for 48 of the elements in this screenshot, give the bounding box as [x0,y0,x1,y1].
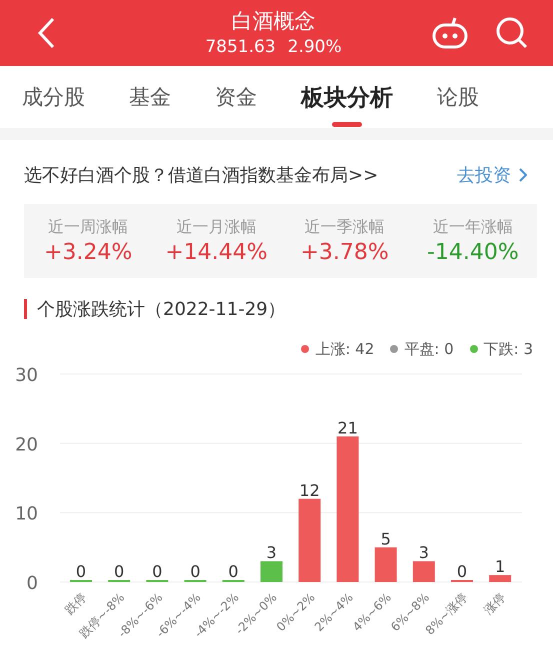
tab[interactable]: 成分股 [22,66,85,128]
accent-bar [24,299,27,319]
data-label: 0 [228,562,238,581]
stat-value: -14.40% [426,240,519,265]
bar [489,575,512,582]
legend-label: 上涨: 42 [315,340,374,358]
category-label: 跌停 [62,590,90,618]
data-label: 0 [76,562,86,581]
axis-tick-label: 10 [15,504,38,525]
stat-label: 近一年涨幅 [432,217,513,238]
change-percent: 2.90% [288,36,342,59]
chevron-icon [519,168,527,182]
stat-value: +3.78% [300,240,389,265]
promo-text: 选不好白酒个股？借道白酒指数基金布局>> [24,164,378,187]
back-icon[interactable] [36,16,56,50]
tab[interactable]: 板块分析 [301,66,393,128]
page-title: 白酒概念 [231,8,316,35]
tab[interactable]: 论股 [437,66,479,128]
data-label: 12 [299,480,320,500]
axis-tick-label: 30 [15,365,38,386]
legend-label: 平盘: 0 [404,340,454,358]
section-title: 个股涨跌统计（2022-11-29） [37,298,286,321]
bar [260,561,282,582]
axis-tick-label: 0 [26,573,38,594]
tab[interactable]: 资金 [215,66,257,128]
data-label: 1 [495,557,506,576]
axis-tick-label: 20 [15,434,38,456]
data-label: 21 [338,418,358,438]
data-label: 5 [380,529,391,548]
stat-label: 近一季涨幅 [304,217,385,238]
search-icon[interactable] [494,16,529,50]
robot-icon[interactable] [430,16,469,50]
data-label: 0 [114,562,124,581]
category-label: 涨停 [481,590,508,618]
data-label: 0 [152,562,162,581]
data-label: 3 [418,543,429,562]
stat-label: 近一周涨幅 [48,217,128,238]
data-label: 3 [266,543,277,562]
index-value: 7851.63 [205,36,276,59]
stat-value: +14.44% [165,240,268,265]
bar [412,561,435,582]
stat-label: 近一月涨幅 [176,217,256,238]
stat-value: +3.24% [44,240,132,265]
tab[interactable]: 基金 [129,66,171,128]
bar [374,547,397,582]
legend-label: 下跌: 3 [484,340,533,358]
data-label: 0 [190,562,200,581]
data-label: 0 [456,562,468,581]
